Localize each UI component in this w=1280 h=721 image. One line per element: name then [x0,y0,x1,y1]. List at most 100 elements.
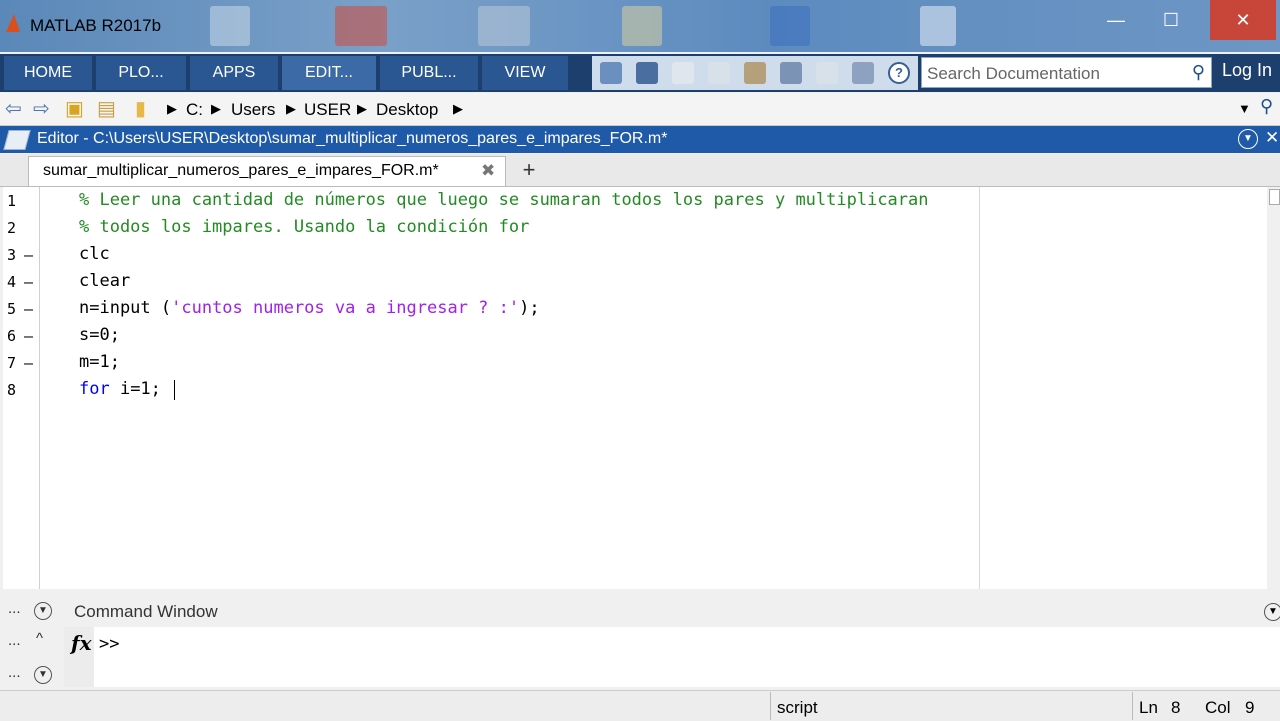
cut-icon[interactable] [672,62,694,84]
line-number: 3 [7,246,17,264]
command-prompt: >> [99,634,120,654]
status-col-label: Col [1205,698,1231,717]
line-number: 6 [7,327,17,345]
breakpoint-marker[interactable]: – [24,354,33,372]
code-line[interactable]: clear [79,271,130,291]
breakpoint-marker[interactable]: – [24,300,33,318]
command-window-actions-icon[interactable]: ▼ [1264,603,1280,621]
breakpoint-marker[interactable]: – [24,246,33,264]
back-arrow-icon[interactable]: ⇦ [5,96,22,121]
code-line[interactable]: for i=1; [79,379,161,399]
status-cursor-position: Ln 8 Col 9 [1132,692,1280,720]
status-mode: script [777,698,818,717]
undo-icon[interactable] [780,62,802,84]
editor-actions-icon[interactable]: ▼ [1238,129,1258,149]
command-window-title: Command Window [74,602,218,621]
breakpoint-marker[interactable]: – [24,327,33,345]
code-text: clear [79,271,131,291]
path-separator-icon: ▶ [211,101,221,116]
redo-icon[interactable] [816,62,838,84]
breakpoint-marker[interactable]: – [24,273,33,291]
path-dropdown-icon[interactable]: ▼ [1238,101,1251,116]
code-line[interactable]: % Leer una cantidad de números que luego… [79,190,929,210]
breadcrumb-desktop[interactable]: Desktop [376,100,438,120]
status-ln-value: 8 [1171,698,1181,717]
search-placeholder: Search Documentation [927,64,1100,83]
line-number: 1 [7,192,17,210]
vertical-scrollbar[interactable] [1267,187,1280,589]
matlab-logo-icon [6,14,20,32]
code-text: m=1; [79,352,120,372]
forward-arrow-icon[interactable]: ⇨ [33,96,50,121]
tab-view[interactable]: VIEW [482,56,568,90]
folder-icon: ▮ [135,98,147,120]
close-button[interactable]: ✕ [1210,0,1276,40]
file-tab[interactable]: sumar_multiplicar_numeros_pares_e_impare… [28,156,506,186]
up-folder-icon[interactable]: ▣ [65,96,84,121]
code-line[interactable]: % todos los impares. Usando la condición… [79,217,529,237]
file-tab-label: sumar_multiplicar_numeros_pares_e_impare… [43,162,439,179]
side-toggle-1[interactable]: ... ▼ [0,598,62,626]
maximize-button[interactable]: ☐ [1145,0,1197,40]
code-text: clc [79,244,110,264]
breadcrumb-users[interactable]: Users [231,100,275,120]
side-dots: ... [8,632,21,649]
command-window-input[interactable] [64,627,1280,687]
chevron-down-icon[interactable]: ▼ [34,602,52,620]
side-dots: ... [8,600,21,617]
tab-publish[interactable]: PUBL... [380,56,478,90]
code-text: n=input ( [79,298,172,318]
browse-folder-icon[interactable]: ▤ [97,96,116,121]
copy-icon[interactable] [708,62,730,84]
command-window-header [64,598,1280,625]
save-icon[interactable] [636,62,658,84]
line-number: 5 [7,300,17,318]
editor-close-icon[interactable]: ✕ [1265,128,1279,148]
line-number: 8 [7,381,17,399]
app-title: MATLAB R2017b [30,16,162,35]
status-ln-label: Ln [1139,698,1158,717]
code-string: 'cuntos numeros va a ingresar ? :' [171,298,520,318]
path-separator-icon: ▶ [286,101,296,116]
code-text: i=1; [109,379,161,399]
search-documentation-input[interactable]: Search Documentation ⚲ [921,57,1212,88]
folder-search-icon[interactable]: ⚲ [1260,96,1273,117]
code-line[interactable]: s=0; [79,325,120,345]
path-separator-icon: ▶ [357,101,367,116]
search-icon[interactable]: ⚲ [1192,62,1205,83]
side-dots: ... [8,664,21,681]
editor-title: Editor - C:\Users\USER\Desktop\sumar_mul… [37,130,668,147]
code-comment: % todos los impares. Usando la condición… [79,217,530,237]
path-separator-icon: ▶ [167,101,177,116]
chevron-down-icon[interactable]: ▼ [34,666,52,684]
code-editor[interactable] [3,187,1267,589]
breadcrumb-c[interactable]: C: [186,100,203,120]
quick-access-toolbar: ? [592,56,918,90]
status-file-type: script [770,692,1131,720]
chevron-up-icon[interactable]: ^ [36,630,43,647]
tab-close-icon[interactable]: ✖ [481,161,495,181]
paste-icon[interactable] [744,62,766,84]
tab-apps[interactable]: APPS [190,56,278,90]
tab-editor[interactable]: EDIT... [282,56,376,90]
line-number: 4 [7,273,17,291]
tab-plots[interactable]: PLO... [96,56,186,90]
breadcrumb-user[interactable]: USER [304,100,351,120]
tab-home[interactable]: HOME [4,56,92,90]
code-line[interactable]: n=input ('cuntos numeros va a ingresar ?… [79,298,540,318]
minimize-button[interactable]: — [1090,0,1142,40]
side-toggle-3[interactable]: ... ▼ [0,662,62,690]
side-toggle-2[interactable]: ... ^ [0,630,62,658]
text-cursor [174,380,175,400]
help-icon[interactable]: ? [888,62,910,84]
code-comment: % Leer una cantidad de números que luego… [79,190,929,210]
add-tab-button[interactable]: + [511,156,547,186]
function-browser-icon[interactable]: fx [71,631,92,655]
status-col-value: 9 [1245,698,1255,717]
code-line[interactable]: m=1; [79,352,120,372]
login-link[interactable]: Log In [1222,60,1272,81]
path-separator-icon: ▶ [453,101,463,116]
switch-windows-icon[interactable] [852,62,874,84]
code-line[interactable]: clc [79,244,110,264]
new-file-icon[interactable] [600,62,622,84]
